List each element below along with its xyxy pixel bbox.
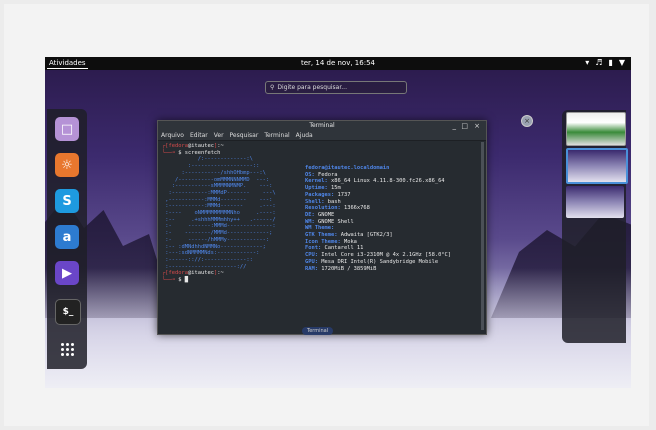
logo-line: /:-------------:\ bbox=[162, 156, 253, 163]
info-line: WM Theme: bbox=[305, 225, 335, 232]
wifi-icon[interactable]: ▾ bbox=[585, 58, 589, 67]
info-line: Resolution: 1366x768 bbox=[305, 205, 370, 212]
desktop: Atividades ter, 14 de nov, 16:54 ▾ ♬ ▮ ▼… bbox=[45, 57, 631, 388]
scrollbar[interactable] bbox=[481, 142, 484, 330]
workspace-thumbnail-3[interactable] bbox=[566, 186, 624, 218]
info-line: fedora@itautec.localdomain bbox=[305, 165, 390, 171]
window-title: Terminal bbox=[309, 122, 335, 129]
info-line: Packages: 1737 bbox=[305, 191, 351, 198]
menu-ajuda[interactable]: Ajuda bbox=[296, 131, 313, 140]
close-button[interactable]: × bbox=[474, 121, 480, 131]
command-line: └──╼ $ screenfetch bbox=[162, 149, 221, 156]
info-line: OS: Fedora bbox=[305, 171, 338, 178]
terminal-menubar: Arquivo Editar Ver Pesquisar Terminal Aj… bbox=[158, 131, 486, 141]
info-line: GTK Theme: Adwaita [GTK2/3] bbox=[305, 232, 393, 239]
terminal-icon[interactable]: $_ bbox=[55, 299, 81, 325]
workspace-thumbnail-1[interactable] bbox=[566, 112, 626, 146]
info-line: WM: GNOME Shell bbox=[305, 218, 354, 225]
cursor-line: └──╼ $ █ bbox=[162, 277, 188, 284]
system-info: fedora@itautec.localdomain OS: Fedora Kern… bbox=[305, 165, 451, 272]
menu-terminal[interactable]: Terminal bbox=[264, 131, 289, 140]
workspace-switcher bbox=[562, 110, 628, 343]
info-line: DE: GNOME bbox=[305, 211, 335, 218]
info-line: Icon Theme: Moka bbox=[305, 238, 357, 245]
search-placeholder: Digite para pesquisar... bbox=[277, 84, 348, 91]
volume-icon[interactable]: ♬ bbox=[595, 58, 602, 67]
workspace-thumbnail-2[interactable] bbox=[566, 148, 628, 184]
files-icon[interactable]: □ bbox=[55, 117, 79, 141]
firefox-icon[interactable]: ☼ bbox=[55, 153, 79, 177]
app-grid-icon[interactable] bbox=[55, 337, 79, 361]
dash: □ ☼ S a ▶ $_ bbox=[47, 109, 87, 369]
top-bar: Atividades ter, 14 de nov, 16:54 ▾ ♬ ▮ ▼ bbox=[45, 57, 631, 70]
info-line: Kernel: x86_64 Linux 4.11.8-300.fc26.x86… bbox=[305, 178, 445, 185]
clock[interactable]: ter, 14 de nov, 16:54 bbox=[45, 59, 631, 67]
battery-icon[interactable]: ▮ bbox=[608, 58, 612, 67]
menu-editar[interactable]: Editar bbox=[190, 131, 208, 140]
skype-icon[interactable]: S bbox=[55, 189, 79, 213]
terminal-output[interactable]: ┌[fedora@itautec]:~ └──╼ $ screenfetch /:… bbox=[158, 141, 486, 333]
terminal-window[interactable]: Terminal _ □ × Arquivo Editar Ver Pesqui… bbox=[157, 120, 487, 335]
info-line: RAM: 1720MiB / 3859MiB bbox=[305, 265, 377, 272]
system-tray[interactable]: ▾ ♬ ▮ ▼ bbox=[585, 58, 625, 67]
info-line: Shell: bash bbox=[305, 198, 341, 205]
video-icon[interactable]: ▶ bbox=[55, 261, 79, 285]
info-line: Uptime: 15m bbox=[305, 185, 341, 192]
close-icon[interactable]: × bbox=[521, 115, 533, 127]
search-icon: ⚲ bbox=[270, 84, 275, 91]
info-line: CPU: Intel Core i3-2310M @ 4x 2.1GHz [58… bbox=[305, 252, 452, 259]
menu-arquivo[interactable]: Arquivo bbox=[161, 131, 184, 140]
terminal-titlebar[interactable]: Terminal _ □ × bbox=[158, 121, 486, 131]
menu-icon[interactable]: ▼ bbox=[619, 58, 625, 67]
minimize-button[interactable]: _ bbox=[453, 121, 457, 131]
info-line: GPU: Mesa DRI Intel(R) Sandybridge Mobil… bbox=[305, 258, 439, 265]
info-line: Font: Cantarell 11 bbox=[305, 245, 364, 252]
menu-ver[interactable]: Ver bbox=[214, 131, 224, 140]
amazon-icon[interactable]: a bbox=[55, 225, 79, 249]
screenshot-frame: Atividades ter, 14 de nov, 16:54 ▾ ♬ ▮ ▼… bbox=[4, 4, 649, 426]
window-label: Terminal bbox=[302, 327, 334, 335]
prompt-line: ┌[fedora@itautec]:~ bbox=[162, 143, 224, 149]
search-input[interactable]: ⚲ Digite para pesquisar... bbox=[265, 81, 407, 94]
menu-pesquisar[interactable]: Pesquisar bbox=[230, 131, 259, 140]
maximize-button[interactable]: □ bbox=[461, 121, 468, 131]
